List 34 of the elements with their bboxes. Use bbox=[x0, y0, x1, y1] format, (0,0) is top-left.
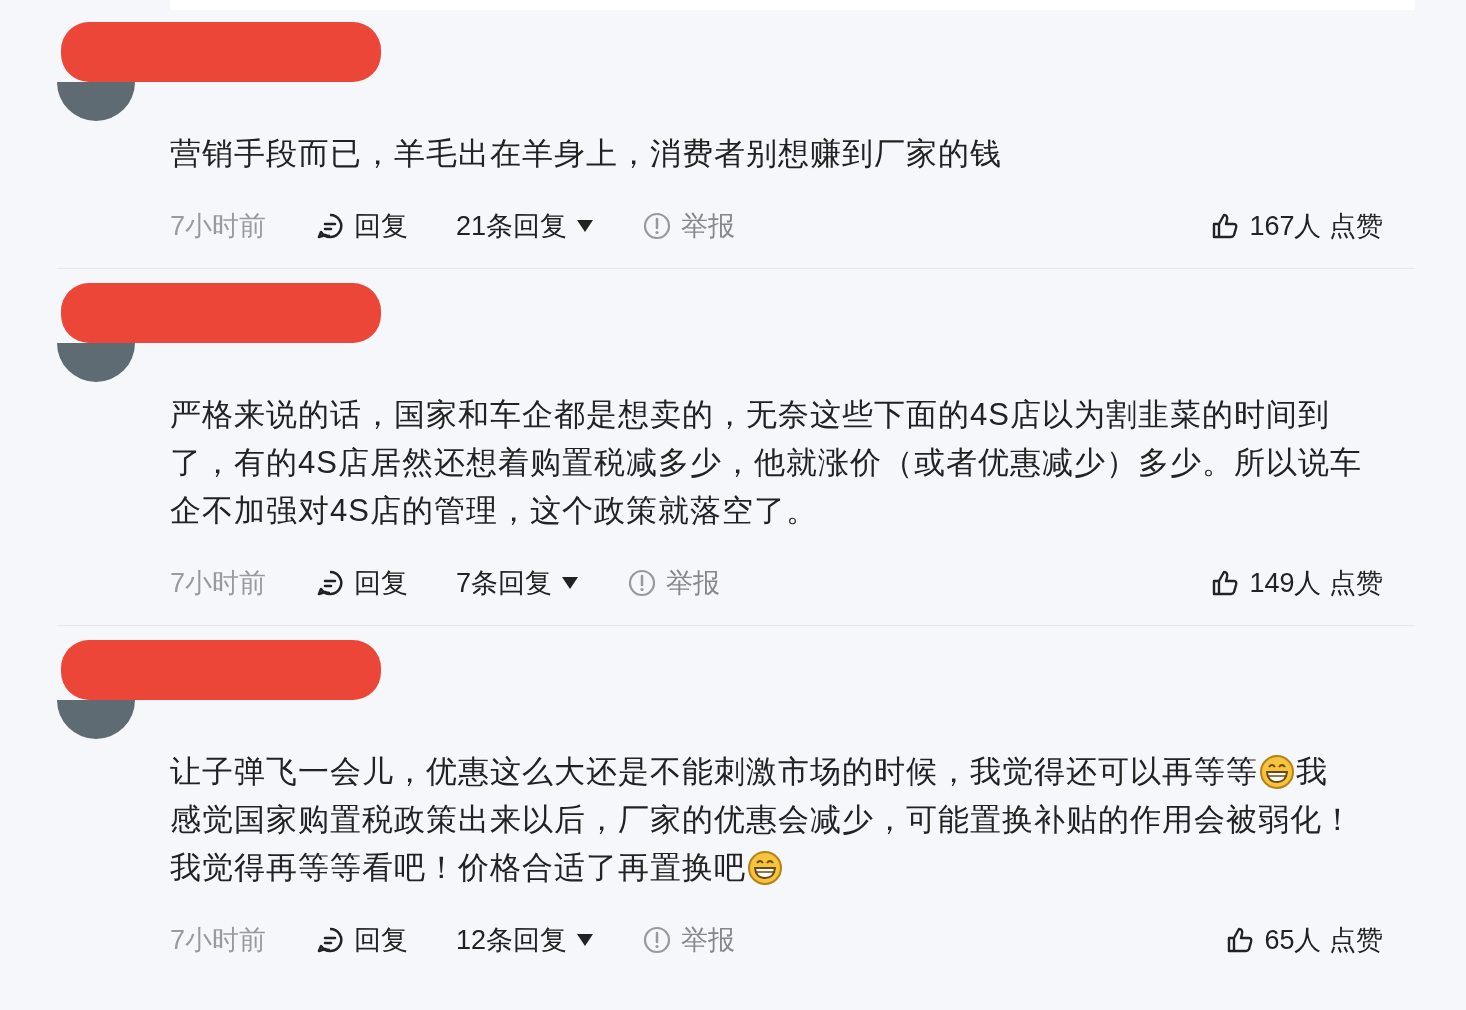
like-button[interactable]: 149人 点赞 bbox=[1249, 563, 1383, 603]
timestamp: 7小时前 bbox=[170, 924, 267, 957]
caret-icon[interactable] bbox=[577, 933, 594, 947]
timestamp: 7小时前 bbox=[170, 210, 267, 243]
like-button[interactable]: 167人 点赞 bbox=[1249, 206, 1383, 246]
comment-icon[interactable] bbox=[316, 569, 345, 597]
comment-text: 感觉国家购置税政策出来以后，厂家的优惠会减少，可能置换补贴的作用会被弱化！ bbox=[170, 801, 1354, 839]
comment-text: 了，有的4S店居然还想着购置税减多少，他就涨价（或者优惠减少）多少。所以说车 bbox=[170, 444, 1362, 482]
grinning-emoji-icon bbox=[747, 850, 783, 886]
replies-toggle[interactable]: 21条回复 bbox=[456, 206, 568, 246]
comment-text: 企不加强对4S店的管理，这个政策就落空了。 bbox=[170, 492, 818, 530]
reply-button[interactable]: 回复 bbox=[354, 563, 409, 603]
thumbs-up-icon[interactable] bbox=[1211, 569, 1240, 597]
comment-text: 让子弹飞一会儿，优惠这么大还是不能刺激市场的时候，我觉得还可以再等等 bbox=[170, 753, 1258, 791]
replies-toggle[interactable]: 12条回复 bbox=[456, 920, 568, 960]
thumbs-up-icon[interactable] bbox=[1226, 926, 1255, 954]
comment-text: 严格来说的话，国家和车企都是想卖的，无奈这些下面的4S店以为割韭菜的时间到 bbox=[170, 396, 1330, 434]
grinning-emoji-icon bbox=[1259, 754, 1295, 790]
comment-text: 我觉得再等等看吧！价格合适了再置换吧 bbox=[170, 849, 746, 887]
caret-icon[interactable] bbox=[562, 576, 579, 590]
caret-icon[interactable] bbox=[577, 219, 594, 233]
timestamp: 7小时前 bbox=[170, 567, 267, 600]
replies-toggle[interactable]: 7条回复 bbox=[456, 563, 553, 603]
comment-text: 我 bbox=[1296, 753, 1328, 791]
like-button[interactable]: 65人 点赞 bbox=[1264, 920, 1383, 960]
thumbs-up-icon[interactable] bbox=[1211, 212, 1240, 240]
comment-icon[interactable] bbox=[316, 212, 345, 240]
warning-icon[interactable] bbox=[628, 569, 657, 597]
reply-button[interactable]: 回复 bbox=[354, 920, 409, 960]
reply-button[interactable]: 回复 bbox=[354, 206, 409, 246]
comment-text: 营销手段而已，羊毛出在羊身上，消费者别想赚到厂家的钱 bbox=[170, 135, 1002, 173]
comment-icon[interactable] bbox=[316, 926, 345, 954]
warning-icon[interactable] bbox=[643, 212, 672, 240]
warning-icon[interactable] bbox=[643, 926, 672, 954]
